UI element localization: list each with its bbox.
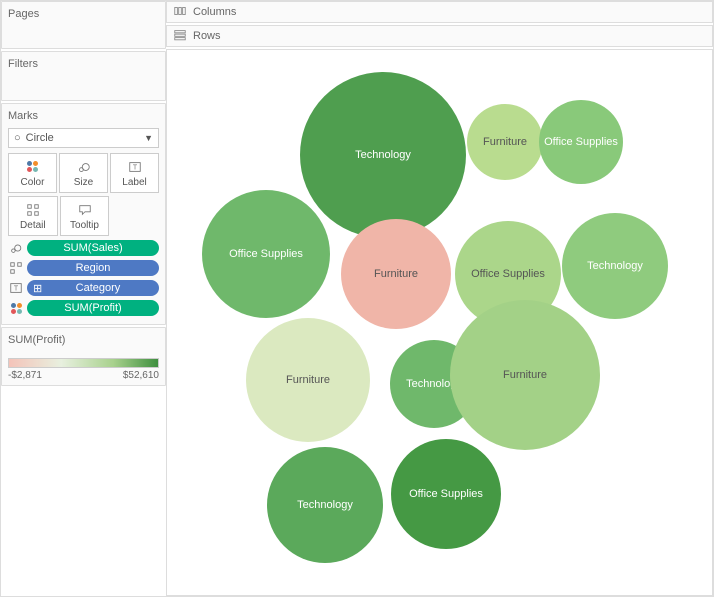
pages-panel: Pages <box>1 1 166 49</box>
legend-max: $52,610 <box>123 370 159 381</box>
filters-panel: Filters <box>1 51 166 101</box>
columns-icon <box>173 4 187 21</box>
detail-button-label: Detail <box>20 220 46 231</box>
columns-shelf[interactable]: Columns <box>166 1 713 23</box>
marks-shape-label: Circle <box>26 132 54 144</box>
mark-shelf-size[interactable]: SUM(Sales) <box>8 240 159 256</box>
bubble[interactable]: Office Supplies <box>202 190 330 318</box>
bubble[interactable]: Office Supplies <box>539 100 623 184</box>
size-button-label: Size <box>74 177 93 188</box>
bubble-label: Furniture <box>374 268 418 280</box>
tooltip-button-label: Tooltip <box>70 220 99 231</box>
marks-panel: Marks ○ Circle ▼ Color <box>1 103 166 325</box>
bubble[interactable]: Furniture <box>467 104 543 180</box>
mark-shelf-detail[interactable]: Region <box>8 260 159 276</box>
color-button[interactable]: Color <box>8 153 57 193</box>
detail-button[interactable]: Detail <box>8 196 58 236</box>
chevron-down-icon: ▼ <box>144 133 153 143</box>
rows-icon <box>173 28 187 45</box>
tooltip-button[interactable]: Tooltip <box>60 196 110 236</box>
bubble-label: Furniture <box>503 369 547 381</box>
size-icon <box>77 159 91 175</box>
color-legend: SUM(Profit) -$2,871 $52,610 <box>1 327 166 386</box>
columns-label: Columns <box>193 6 236 18</box>
pill-sum-profit[interactable]: SUM(Profit) <box>27 300 159 316</box>
bubble-label: Office Supplies <box>409 488 483 500</box>
detail-icon <box>26 202 40 218</box>
tooltip-icon <box>78 202 92 218</box>
legend-gradient <box>8 358 159 368</box>
label-button-label: Label <box>122 177 146 188</box>
circle-icon: ○ <box>14 132 21 144</box>
filters-title: Filters <box>8 56 159 76</box>
bubble-label: Office Supplies <box>471 268 545 280</box>
color-button-label: Color <box>21 177 45 188</box>
label-icon: T <box>8 281 24 295</box>
bubble[interactable]: Furniture <box>246 318 370 442</box>
bubble-label: Office Supplies <box>544 136 618 148</box>
marks-shape-select[interactable]: ○ Circle ▼ <box>8 128 159 148</box>
pill-category-label: Category <box>76 282 121 294</box>
bubble-label: Furniture <box>483 136 527 148</box>
legend-min: -$2,871 <box>8 370 42 381</box>
bubble-label: Technology <box>297 499 353 511</box>
bubble[interactable]: Furniture <box>341 219 451 329</box>
pill-category[interactable]: ⊞ Category <box>27 280 159 296</box>
marks-title: Marks <box>8 108 159 128</box>
pill-sum-sales[interactable]: SUM(Sales) <box>27 240 159 256</box>
pages-title: Pages <box>8 6 159 26</box>
detail-icon <box>8 261 24 275</box>
bubble-label: Office Supplies <box>229 248 303 260</box>
size-icon <box>8 241 24 255</box>
svg-text:T: T <box>132 164 137 171</box>
rows-label: Rows <box>193 30 221 42</box>
bubble-label: Furniture <box>286 374 330 386</box>
viz-canvas[interactable]: Technology Furniture Office Supplies Office… <box>166 49 713 596</box>
mark-shelf-color[interactable]: SUM(Profit) <box>8 300 159 316</box>
bubble[interactable]: Technology <box>300 72 466 238</box>
label-icon: T <box>128 159 142 175</box>
color-icon <box>8 303 24 314</box>
bubble-label: Technology <box>355 149 411 161</box>
bubble[interactable]: Furniture <box>450 300 600 450</box>
size-button[interactable]: Size <box>59 153 108 193</box>
mark-shelf-label[interactable]: T ⊞ Category <box>8 280 159 296</box>
bubble[interactable]: Office Supplies <box>391 439 501 549</box>
plus-icon: ⊞ <box>33 282 42 295</box>
color-icon <box>27 159 38 175</box>
rows-shelf[interactable]: Rows <box>166 25 713 47</box>
legend-title: SUM(Profit) <box>8 332 159 352</box>
svg-text:T: T <box>14 286 19 293</box>
bubble[interactable]: Technology <box>267 447 383 563</box>
bubble-label: Technology <box>587 260 643 272</box>
pill-region[interactable]: Region <box>27 260 159 276</box>
bubble[interactable]: Technology <box>562 213 668 319</box>
label-button[interactable]: T Label <box>110 153 159 193</box>
